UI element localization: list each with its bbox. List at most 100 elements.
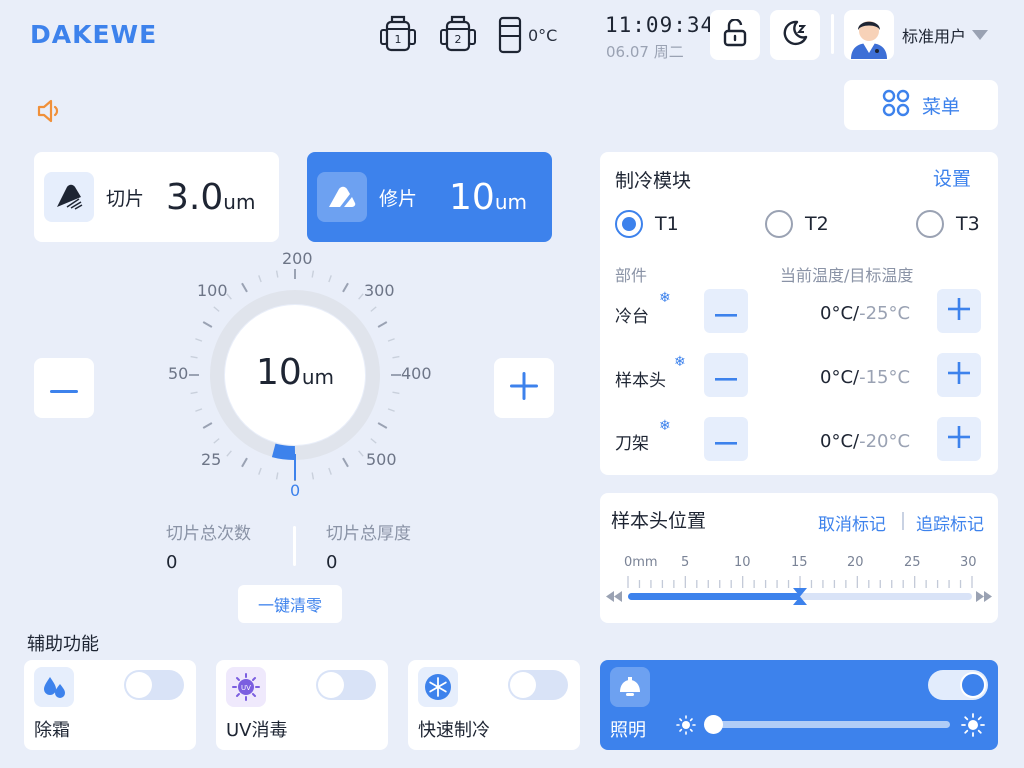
trim-mode-card[interactable]: 修片 10um (307, 152, 552, 242)
dial-tick-mark (328, 275, 332, 283)
cold-stage-temperature: 0°C/-25°C (820, 303, 911, 324)
scale-label: 20 (847, 555, 864, 570)
speaker-button[interactable] (36, 98, 64, 128)
specimen-position-title: 样本头位置 (611, 510, 707, 532)
dial-tick-25: 25 (201, 450, 222, 469)
grid-menu-icon (882, 89, 910, 122)
minus-icon (50, 379, 78, 398)
dial-tick-mark (213, 438, 220, 444)
brightness-low-icon (676, 715, 696, 739)
knife-holder-decrease-button[interactable] (704, 417, 748, 461)
plus-icon (948, 298, 970, 324)
trim-mode-label: 修片 (379, 187, 418, 210)
water-drops-icon (34, 667, 74, 707)
dial-tick-200: 200 (282, 249, 313, 268)
row-label-specimen-head: 样本头 (615, 371, 666, 391)
lighting-label: 照明 (610, 720, 646, 741)
nitrogen-tank-1-icon: 1 (378, 14, 418, 54)
scale-label: 15 (791, 555, 808, 570)
trim-blade-icon (317, 172, 367, 222)
defrost-toggle[interactable] (124, 670, 184, 700)
specimen-position-slider[interactable] (604, 572, 994, 612)
brightness-slider-thumb[interactable] (704, 715, 723, 734)
specimen-head-decrease-button[interactable] (704, 353, 748, 397)
dial-tick-mark (377, 321, 388, 328)
total-thickness-value: 0 (326, 552, 338, 573)
radio-unselected-icon (916, 210, 944, 238)
menu-label: 菜单 (921, 95, 960, 118)
track-mark-link[interactable]: 追踪标记 (916, 510, 984, 535)
minus-icon (715, 366, 737, 385)
cooling-module-title: 制冷模块 (615, 170, 692, 192)
cut-mode-label: 切片 (106, 187, 145, 210)
fast-cooling-toggle[interactable] (508, 670, 568, 700)
sleep-mode-button[interactable] (770, 10, 820, 60)
dial-tick-mark (226, 450, 232, 457)
unlock-button[interactable] (710, 10, 760, 60)
scale-label: 30 (960, 555, 977, 570)
cooling-option-t3[interactable]: T3 (916, 210, 980, 238)
user-name: 标准用户 (902, 27, 967, 46)
total-thickness-label: 切片总厚度 (326, 524, 411, 544)
brightness-slider[interactable] (706, 721, 950, 728)
dial-tick-500: 500 (366, 450, 397, 469)
dial-tick-mark (202, 321, 213, 328)
scale-label: 10 (734, 555, 751, 570)
decrease-thickness-button[interactable] (34, 358, 94, 418)
cold-stage-decrease-button[interactable] (704, 289, 748, 333)
snowflake-icon: ❄ (659, 290, 671, 306)
cooling-option-t1[interactable]: T1 (615, 210, 679, 238)
chevron-down-icon (972, 30, 989, 40)
defrost-label: 除霜 (34, 720, 70, 741)
reset-counters-button[interactable]: 一键清零 (238, 585, 342, 623)
dial-tick-mark (311, 472, 315, 480)
increase-thickness-button[interactable] (494, 358, 554, 418)
dial-tick-mark (241, 457, 248, 468)
dial-tick-mark (387, 338, 395, 342)
dial-tick-mark (275, 270, 279, 278)
dial-tick-mark (358, 293, 364, 300)
knife-holder-increase-button[interactable] (937, 417, 981, 461)
unlock-icon (722, 18, 748, 51)
nitrogen-tank-2-icon: 2 (438, 14, 478, 54)
link-divider (902, 512, 904, 530)
cooling-option-t2[interactable]: T2 (765, 210, 829, 238)
dial-tick-mark (311, 270, 315, 278)
knife-holder-temperature: 0°C/-20°C (820, 431, 911, 452)
cooling-settings-link[interactable]: 设置 (933, 164, 971, 191)
dial-tick-mark (387, 408, 395, 412)
dial-tick-mark (213, 306, 220, 312)
lighting-toggle[interactable] (928, 670, 988, 700)
plus-icon (948, 362, 970, 388)
specimen-head-increase-button[interactable] (937, 353, 981, 397)
dial-tick-mark (275, 472, 279, 480)
radio-selected-icon (615, 210, 643, 238)
column-header-part: 部件 (615, 266, 648, 285)
brand-logo: DAKEWE (30, 20, 158, 49)
total-count-value: 0 (166, 552, 178, 573)
radio-unselected-icon (765, 210, 793, 238)
speaker-icon (36, 99, 64, 128)
uv-toggle[interactable] (316, 670, 376, 700)
cold-stage-increase-button[interactable] (937, 289, 981, 333)
header-divider (831, 14, 834, 54)
brightness-high-icon (961, 713, 985, 741)
dial-tick-mark (342, 457, 349, 468)
scale-label: 0mm (624, 555, 658, 570)
dial-tick-mark (258, 467, 262, 475)
scale-label: 25 (904, 555, 921, 570)
clock-date: 06.07 周二 (606, 43, 684, 61)
fast-cooling-label: 快速制冷 (418, 720, 490, 741)
total-count-label: 切片总次数 (166, 524, 251, 544)
menu-button[interactable]: 菜单 (844, 80, 998, 130)
dial-tick-mark (190, 355, 198, 359)
snowflake-icon (418, 667, 458, 707)
user-menu[interactable]: 标准用户 (844, 10, 989, 60)
plus-icon (510, 372, 538, 404)
cut-mode-card[interactable]: 切片 3.0um (34, 152, 279, 242)
svg-text:UV: UV (241, 684, 251, 692)
snowflake-icon: ❄ (674, 354, 686, 370)
uv-label: UV消毒 (226, 720, 288, 741)
cancel-mark-link[interactable]: 取消标记 (818, 510, 886, 535)
plus-icon (948, 426, 970, 452)
